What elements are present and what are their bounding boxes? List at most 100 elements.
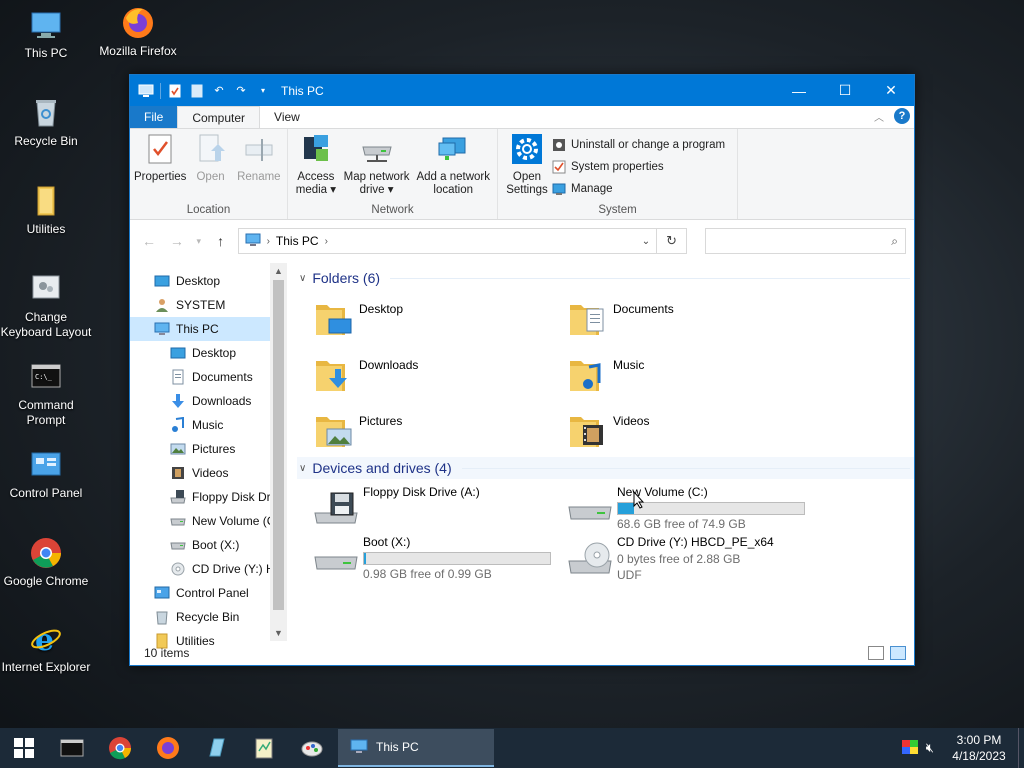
back-arrow-icon[interactable]: ←	[138, 233, 160, 249]
nav-item[interactable]: Control Panel	[130, 581, 287, 605]
drive-c[interactable]: New Volume (C:) 68.6 GB free of 74.9 GB	[567, 485, 821, 531]
file-explorer-window[interactable]: ↶ ↷ ▾ This PC — ☐ ✕ File Computer View ︿…	[129, 74, 915, 666]
mouse-cursor-icon	[633, 490, 645, 512]
minimize-button[interactable]: —	[776, 75, 822, 106]
nav-item[interactable]: SYSTEM	[130, 293, 287, 317]
search-box[interactable]: ⌕	[705, 228, 906, 254]
nav-item[interactable]: Recycle Bin	[130, 605, 287, 629]
desktop-icon-command-prompt[interactable]: C:\_ Command Prompt	[0, 360, 92, 428]
desktop-folder-icon	[313, 299, 353, 339]
chevron-down-icon[interactable]: ∨	[299, 463, 306, 474]
nav-item[interactable]: New Volume (C	[130, 509, 287, 533]
desktop-icon-label: Utilities	[26, 222, 66, 236]
chevron-down-icon[interactable]: ∨	[299, 273, 306, 284]
folders-group-header[interactable]: ∨ Folders (6)	[297, 267, 914, 289]
redo-icon[interactable]: ↷	[233, 83, 249, 99]
download-arrow-icon	[170, 393, 186, 409]
refresh-icon[interactable]: ↻	[656, 229, 686, 253]
drive-cd[interactable]: CD Drive (Y:) HBCD_PE_x64 0 bytes free o…	[567, 535, 821, 582]
title-bar[interactable]: ↶ ↷ ▾ This PC — ☐ ✕	[130, 75, 914, 106]
taskbar-firefox[interactable]	[144, 728, 192, 768]
folder-item[interactable]: Music	[567, 355, 821, 395]
folder-item[interactable]: Desktop	[313, 299, 567, 339]
desktop-icon-keyboard-layout[interactable]: Change Keyboard Layout	[0, 272, 92, 340]
nav-item-label: New Volume (C	[192, 514, 276, 528]
manage-button[interactable]: Manage	[552, 181, 725, 197]
desktop-icon-firefox[interactable]: Mozilla Firefox	[92, 6, 184, 59]
nav-item[interactable]: Videos	[130, 461, 287, 485]
search-input[interactable]	[710, 230, 881, 252]
nav-item[interactable]: Desktop	[130, 269, 287, 293]
close-button[interactable]: ✕	[868, 75, 914, 106]
details-view-icon[interactable]	[868, 646, 884, 660]
breadcrumb-chevron-icon[interactable]: ›	[325, 236, 328, 247]
forward-arrow-icon[interactable]: →	[166, 233, 188, 249]
desktop-icon-utilities[interactable]: Utilities	[0, 184, 92, 237]
desktop-icon-recycle-bin[interactable]: Recycle Bin	[0, 96, 92, 149]
tab-file[interactable]: File	[130, 106, 178, 128]
videos-folder-icon	[567, 411, 607, 451]
large-icons-view-icon[interactable]	[890, 646, 906, 660]
tab-computer[interactable]: Computer	[177, 106, 261, 128]
volume-muted-icon[interactable]: 🔇︎	[926, 740, 934, 756]
help-icon[interactable]: ?	[894, 108, 910, 124]
folder-label: Downloads	[359, 358, 419, 372]
taskbar-chrome[interactable]	[96, 728, 144, 768]
nav-item[interactable]: Music	[130, 413, 287, 437]
nav-item[interactable]: Floppy Disk Dri	[130, 485, 287, 509]
taskbar-task-this-pc[interactable]: This PC	[338, 729, 494, 767]
drives-group-header[interactable]: ∨ Devices and drives (4)	[297, 457, 914, 479]
tab-view[interactable]: View	[260, 106, 314, 128]
customize-dropdown-icon[interactable]: ▾	[255, 83, 271, 99]
uninstall-program-button[interactable]: Uninstall or change a program	[552, 137, 725, 153]
nav-scrollbar[interactable]: ▲ ▼	[270, 263, 287, 641]
scroll-up-icon[interactable]: ▲	[270, 266, 287, 276]
nav-item[interactable]: Documents	[130, 365, 287, 389]
address-dropdown-icon[interactable]: ⌄	[642, 236, 650, 247]
folder-item[interactable]: Documents	[567, 299, 821, 339]
nav-item[interactable]: Boot (X:)	[130, 533, 287, 557]
desktop-icon-control-panel[interactable]: Control Panel	[0, 448, 92, 501]
drive-boot[interactable]: Boot (X:) 0.98 GB free of 0.99 GB	[313, 535, 567, 581]
scroll-down-icon[interactable]: ▼	[270, 628, 287, 638]
color-tray-icon[interactable]	[901, 739, 918, 757]
scroll-thumb[interactable]	[273, 280, 284, 610]
main-pane[interactable]: ∨ Folders (6) Desktop Documents Downloads M…	[287, 263, 914, 641]
desktop-icon-internet-explorer[interactable]: e Internet Explorer	[0, 622, 92, 675]
properties-quick-button[interactable]	[167, 83, 183, 99]
nav-item[interactable]: Pictures	[130, 437, 287, 461]
nav-item[interactable]: CD Drive (Y:) H	[130, 557, 287, 581]
taskbar-command-prompt[interactable]	[48, 728, 96, 768]
desktop-icon-label: Command Prompt	[18, 398, 74, 427]
folder-icon	[29, 184, 63, 218]
folder-item[interactable]: Downloads	[313, 355, 567, 395]
clock[interactable]: 3:00 PM 4/18/2023	[940, 732, 1018, 764]
navigation-pane[interactable]: Desktop SYSTEM This PC Desktop Documents Down…	[130, 263, 287, 649]
new-folder-quick-button[interactable]	[189, 83, 205, 99]
collapse-ribbon-icon[interactable]: ︿	[874, 109, 884, 124]
computer-icon	[350, 739, 368, 753]
folder-item[interactable]: Videos	[567, 411, 821, 451]
item-count: 10 items	[144, 646, 190, 660]
desktop-icon-chrome[interactable]: Google Chrome	[0, 536, 92, 589]
taskbar-app-2[interactable]	[240, 728, 288, 768]
address-bar[interactable]: › This PC › ⌄ ↻	[237, 228, 688, 254]
taskbar-app-1[interactable]	[192, 728, 240, 768]
recent-dropdown-icon[interactable]: ▾	[194, 236, 204, 247]
system-properties-button[interactable]: System properties	[552, 159, 725, 175]
nav-item[interactable]: Desktop	[130, 341, 287, 365]
nav-item[interactable]: This PC	[130, 317, 287, 341]
breadcrumb-chevron-icon[interactable]: ›	[267, 236, 270, 247]
search-icon[interactable]: ⌕	[891, 234, 898, 249]
folder-item[interactable]: Pictures	[313, 411, 567, 451]
drive-floppy[interactable]: Floppy Disk Drive (A:)	[313, 485, 567, 529]
nav-item[interactable]: Downloads	[130, 389, 287, 413]
taskbar-app-3[interactable]	[288, 728, 336, 768]
maximize-button[interactable]: ☐	[822, 75, 868, 106]
up-arrow-icon[interactable]: ↑	[210, 233, 232, 249]
breadcrumb-this-pc[interactable]: This PC	[276, 234, 319, 248]
undo-icon[interactable]: ↶	[211, 83, 227, 99]
show-desktop-button[interactable]	[1018, 728, 1024, 768]
start-button[interactable]	[0, 728, 48, 768]
desktop-icon-this-pc[interactable]: This PC	[0, 8, 92, 61]
